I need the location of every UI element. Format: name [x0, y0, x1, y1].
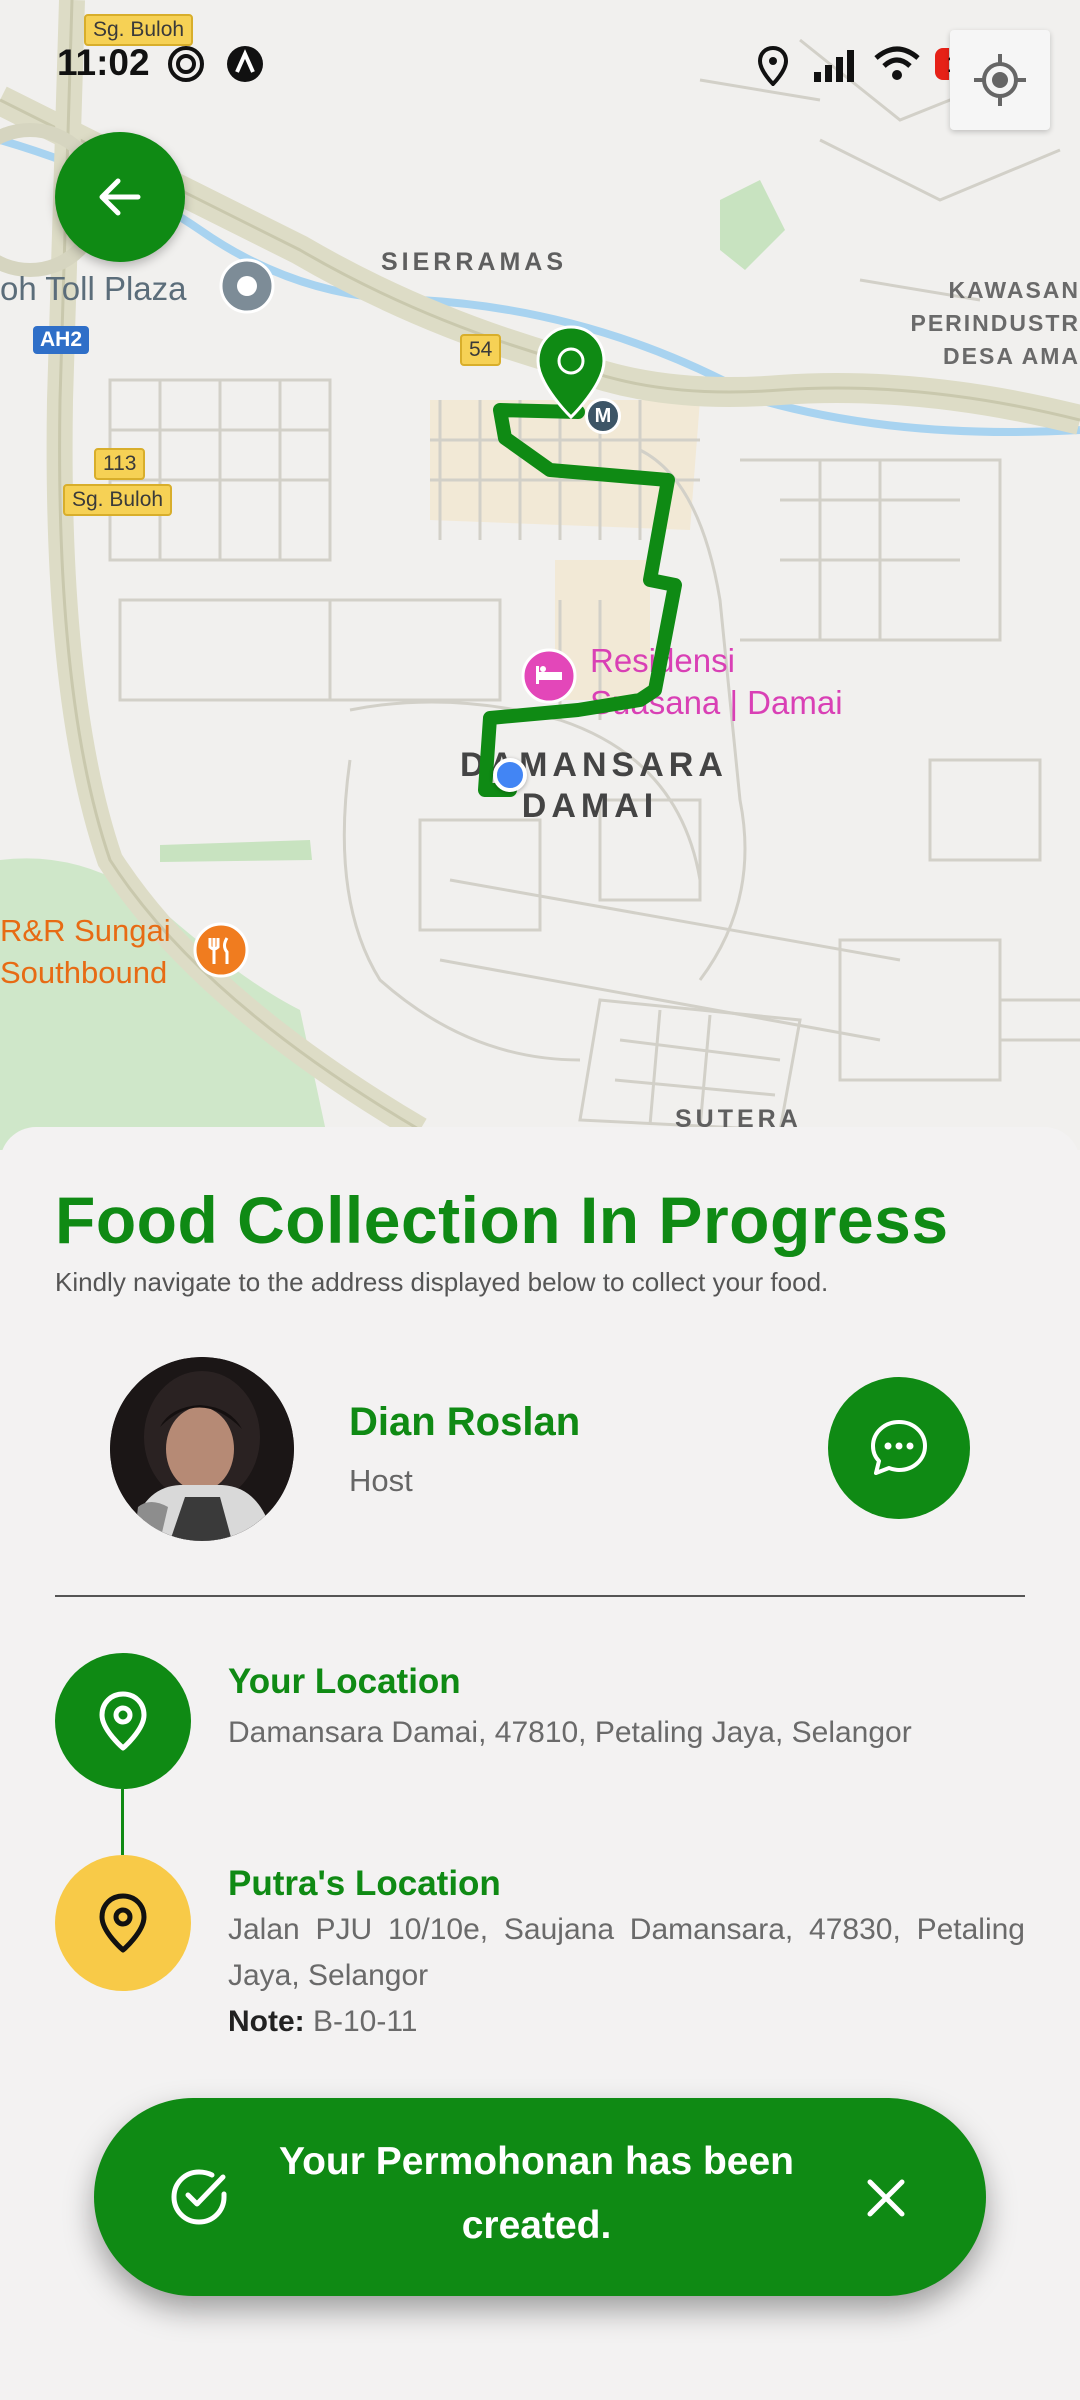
page-title: Food Collection In Progress — [55, 1183, 949, 1257]
back-button[interactable] — [55, 132, 185, 262]
destination-pin-icon[interactable] — [534, 325, 608, 421]
map-view[interactable]: SIERRAMAS oh Toll Plaza KAWASAN PERINDUS… — [0, 0, 1080, 1150]
toast-close-button[interactable] — [854, 2166, 918, 2230]
your-location-marker — [55, 1653, 191, 1789]
your-location-address: Damansara Damai, 47810, Petaling Jaya, S… — [228, 1716, 912, 1749]
app-notification-icon — [227, 46, 263, 82]
location-connector-line — [121, 1789, 124, 1855]
avatar[interactable] — [110, 1357, 294, 1541]
status-time: 11:02 — [57, 42, 150, 83]
wifi-icon — [874, 46, 920, 80]
chat-bubble-icon — [871, 1420, 927, 1475]
putra-location-address: Jalan PJU 10/10e, Saujana Damansara, 478… — [228, 1913, 1025, 1992]
note-label: Note: — [228, 2005, 305, 2038]
location-pin-icon — [99, 1691, 147, 1751]
toast-message: Your Permohonan has been created. — [278, 2140, 795, 2247]
arrow-left-icon — [99, 178, 141, 216]
host-photo — [110, 1357, 294, 1541]
nfc-icon — [168, 46, 204, 82]
host-name: Dian Roslan — [349, 1400, 581, 1444]
divider — [55, 1595, 1025, 1597]
putra-location-marker — [55, 1855, 191, 1991]
host-role: Host — [349, 1463, 413, 1498]
putra-location-title: Putra's Location — [228, 1864, 501, 1903]
putra-location-note: Note: B-10-11 — [228, 1999, 418, 2045]
status-bar: 11:02 17 — [0, 30, 1080, 100]
current-location-dot — [493, 758, 527, 792]
location-pin-icon — [99, 1893, 147, 1953]
check-circle-icon — [171, 2169, 227, 2225]
page-subtitle: Kindly navigate to the address displayed… — [55, 1267, 829, 1297]
my-location-icon — [974, 54, 1026, 106]
note-value: B-10-11 — [304, 2005, 418, 2038]
success-toast: Your Permohonan has been created. — [94, 2098, 986, 2296]
recenter-button[interactable] — [950, 30, 1050, 130]
close-icon — [867, 2179, 905, 2217]
your-location-title: Your Location — [228, 1662, 461, 1701]
signal-icon — [814, 50, 854, 82]
location-status-icon — [758, 46, 788, 86]
chat-button[interactable] — [828, 1377, 970, 1519]
